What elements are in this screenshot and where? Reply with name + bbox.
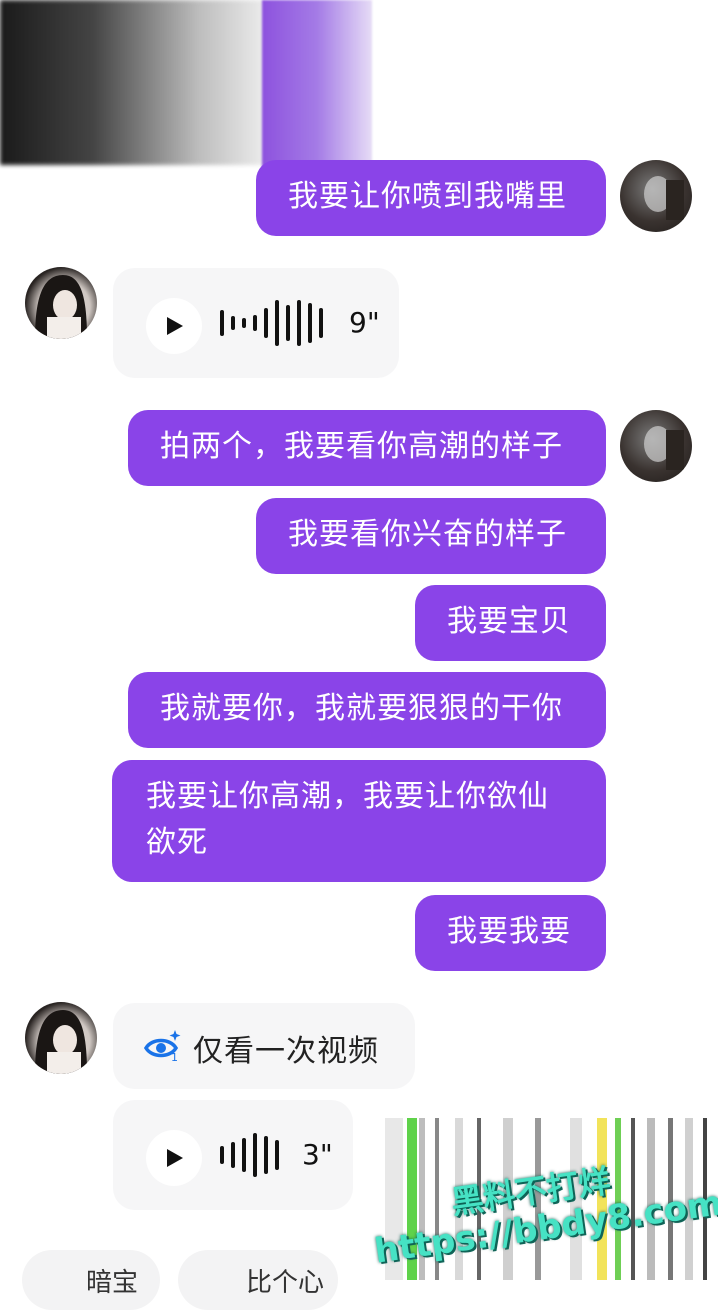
- view-once-eye-icon: 1: [144, 1030, 181, 1064]
- quick-reply-label: 比个心: [246, 1268, 325, 1298]
- voice-waveform: [220, 1130, 279, 1180]
- contact-avatar[interactable]: [25, 267, 97, 339]
- outgoing-message-bubble[interactable]: 拍两个，我要看你高潮的样子: [128, 410, 606, 486]
- sender-avatar[interactable]: [620, 410, 692, 482]
- play-button[interactable]: [146, 298, 202, 354]
- voice-waveform: [220, 298, 323, 348]
- voice-duration: 9": [349, 306, 380, 339]
- play-button[interactable]: [146, 1130, 202, 1186]
- play-icon: [167, 1149, 183, 1167]
- outgoing-message-bubble[interactable]: 我要看你兴奋的样子: [256, 498, 606, 574]
- message-text: 我要看你兴奋的样子: [288, 517, 567, 552]
- message-text: 我要让你喷到我嘴里: [288, 179, 567, 214]
- outgoing-message-bubble[interactable]: 我要宝贝: [415, 585, 606, 661]
- message-text: 我要我要: [447, 914, 571, 949]
- outgoing-message-bubble[interactable]: 我要让你高潮，我要让你欲仙 欲死: [112, 760, 606, 882]
- view-once-label: 仅看一次视频: [193, 1034, 379, 1069]
- svg-text:1: 1: [171, 1051, 178, 1064]
- message-text-line: 我要让你高潮，我要让你欲仙: [146, 779, 549, 814]
- message-text: 拍两个，我要看你高潮的样子: [160, 429, 563, 464]
- blurred-header-left: [0, 0, 265, 165]
- outgoing-message-bubble[interactable]: 我要让你喷到我嘴里: [256, 160, 606, 236]
- sender-avatar[interactable]: [620, 160, 692, 232]
- message-text: 我要宝贝: [447, 604, 571, 639]
- message-text: 我就要你，我就要狠狠的干你: [160, 691, 563, 726]
- outgoing-message-bubble[interactable]: 我就要你，我就要狠狠的干你: [128, 672, 606, 748]
- contact-avatar[interactable]: [25, 1002, 97, 1074]
- quick-reply-label: 暗宝: [86, 1268, 139, 1298]
- blurred-header-bubble: [262, 0, 372, 170]
- outgoing-message-bubble[interactable]: 我要我要: [415, 895, 606, 971]
- message-text-line: 欲死: [146, 825, 208, 860]
- voice-duration: 3": [302, 1138, 333, 1171]
- play-icon: [167, 317, 183, 335]
